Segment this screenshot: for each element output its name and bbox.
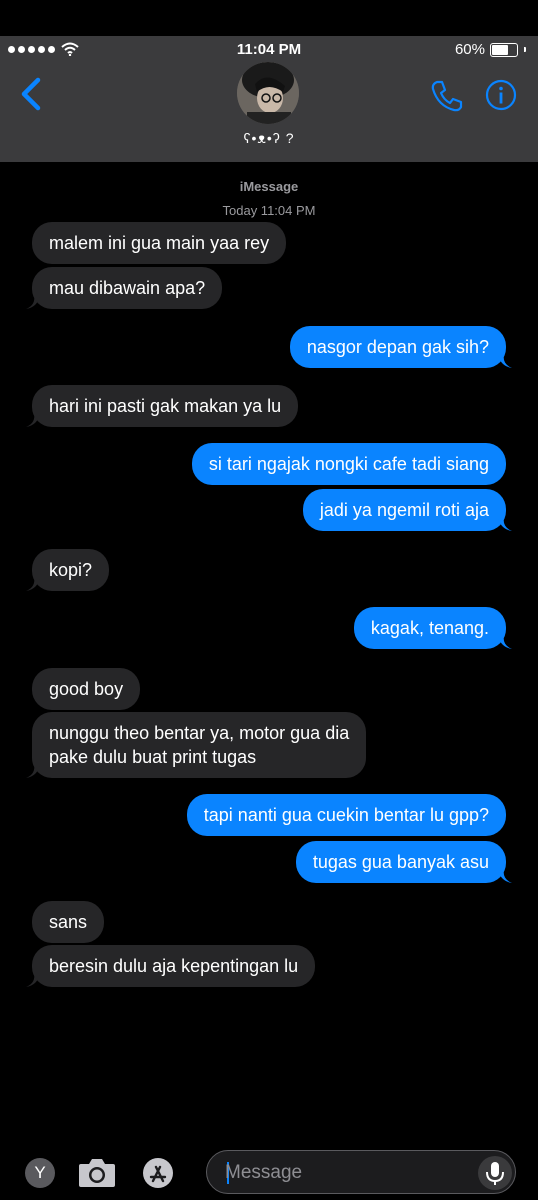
message-bubble-sent[interactable]: tapi nanti gua cuekin bentar lu gpp? (186, 794, 506, 836)
phone-icon[interactable] (428, 78, 464, 114)
message-bubble-received[interactable]: mau dibawain apa? (26, 267, 223, 309)
message-text: malem ini gua main yaa rey (49, 233, 270, 253)
message-bubble-received[interactable]: sans (32, 901, 105, 943)
back-chevron-icon[interactable] (16, 76, 46, 112)
message-bubble-received[interactable]: good boy (32, 668, 141, 710)
message-bubble-sent[interactable]: si tari ngajak nongki cafe tadi siang (191, 443, 506, 485)
message-bubble-sent[interactable]: nasgor depan gak sih? (289, 326, 512, 368)
info-icon[interactable] (485, 79, 517, 111)
message-text: tugas gua banyak asu (312, 852, 489, 872)
message-field[interactable] (206, 1150, 516, 1194)
message-bubble-sent[interactable]: jadi ya ngemil roti aja (302, 489, 512, 531)
message-bubble-received[interactable]: kopi? (26, 549, 110, 591)
message-text: kagak, tenang. (370, 618, 489, 638)
message-text: good boy (49, 679, 124, 699)
contact-name[interactable]: ʕ•ᴥ•ʔ ? (0, 130, 538, 146)
message-text: jadi ya ngemil roti aja (319, 500, 489, 520)
camera-icon[interactable] (77, 1155, 117, 1189)
app-letter: Y (34, 1163, 46, 1182)
microphone-icon (486, 1162, 504, 1185)
battery-status: 60% (455, 41, 526, 58)
app-drawer-button[interactable]: Y (25, 1158, 55, 1188)
message-text-line-2: pake dulu buat print tugas (49, 747, 257, 767)
message-bubble-sent[interactable]: tugas gua banyak asu (295, 841, 512, 883)
message-text: tapi nanti gua cuekin bentar lu gpp? (203, 805, 489, 825)
message-bubble-sent[interactable]: kagak, tenang. (353, 607, 512, 649)
message-text: si tari ngajak nongki cafe tadi siang (208, 454, 489, 474)
message-bubble-received[interactable]: beresin dulu aja kepentingan lu (26, 945, 316, 987)
message-text: kopi? (49, 560, 93, 580)
message-text: nasgor depan gak sih? (306, 337, 489, 357)
battery-percent: 60% (454, 41, 485, 58)
message-bubble-received[interactable]: malem ini gua main yaa rey (32, 222, 287, 264)
message-bubble-received[interactable]: hari ini pasti gak makan ya lu (26, 385, 299, 427)
status-bar: 11:04 PM 60% (0, 39, 538, 61)
battery-icon (490, 42, 518, 57)
message-text: beresin dulu aja kepentingan lu (49, 956, 299, 976)
message-text: sans (49, 912, 88, 932)
app-store-icon[interactable] (141, 1156, 175, 1190)
message-bubble-received[interactable]: nunggu theo bentar ya, motor gua dia pak… (26, 712, 367, 778)
contact-avatar[interactable] (237, 62, 299, 124)
message-text-line-1: nunggu theo bentar ya, motor gua dia (49, 723, 350, 743)
message-text: mau dibawain apa? (49, 278, 206, 298)
service-label: iMessage (239, 179, 299, 194)
conversation-timestamp: Today 11:04 PM (222, 203, 316, 218)
message-text: hari ini pasti gak makan ya lu (49, 396, 282, 416)
message-input[interactable] (225, 1160, 465, 1186)
microphone-button[interactable] (478, 1156, 512, 1190)
